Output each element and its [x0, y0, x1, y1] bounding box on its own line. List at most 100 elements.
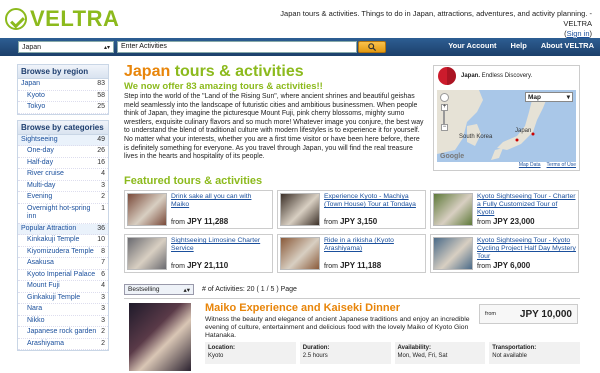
sidebar-item-label: Half-day	[27, 158, 54, 166]
sidebar-item-nikko[interactable]: Nikko 3	[18, 316, 108, 327]
sidebar-item-asakusa[interactable]: Asakusa 7	[18, 258, 108, 270]
featured-info: Drink sake all you can with Maiko from JP…	[171, 193, 270, 226]
sidebar-item-kyoto[interactable]: Kyoto 58	[18, 91, 108, 102]
terms-of-use-link[interactable]: Terms of Use	[547, 162, 576, 168]
featured-thumbnail[interactable]	[433, 193, 473, 226]
featured-title-link[interactable]: Kyoto Sightseeing Tour - Kyoto Cycling P…	[477, 237, 576, 261]
featured-price-amount: JPY 11,288	[186, 217, 229, 226]
sidebar-item-count: 3	[101, 181, 105, 189]
sidebar-item-evening[interactable]: Evening 2	[18, 192, 108, 204]
featured-thumbnail[interactable]	[280, 237, 320, 270]
featured-card[interactable]: Drink sake all you can with Maiko from JP…	[124, 190, 273, 229]
featured-card[interactable]: Kyoto Sightseeing Tour - Charter a Fully…	[430, 190, 579, 229]
veltra-logo[interactable]: VELTRA	[5, 6, 119, 32]
sidebar-item-one-day[interactable]: One-day 26	[18, 146, 108, 158]
category-box: Browse by categories Sightseeing 49 One-d…	[17, 119, 109, 351]
sidebar-item-count: 4	[101, 170, 105, 177]
sidebar-item-half-day[interactable]: Half-day 16	[18, 158, 108, 169]
sidebar-item-ginkakuji-temple[interactable]: Ginkakuji Temple 3	[18, 293, 108, 304]
sidebar-item-count: 25	[97, 103, 105, 110]
search-input[interactable]: Enter Activities	[117, 41, 357, 53]
featured-thumbnail[interactable]	[433, 237, 473, 270]
sidebar-item-tokyo[interactable]: Tokyo 25	[18, 102, 108, 114]
featured-card[interactable]: Experience Kyoto - Machiya (Town House) …	[277, 190, 426, 229]
search-button[interactable]	[358, 41, 386, 53]
featured-title-link[interactable]: Ride in a rikisha (Kyoto Arashiyama)	[324, 237, 423, 253]
sidebar-item-label: Evening	[27, 193, 53, 200]
featured-price-amount: JPY 6,000	[492, 261, 531, 270]
featured-card[interactable]: Ride in a rikisha (Kyoto Arashiyama) from…	[277, 234, 426, 273]
sidebar-item-kiyomizudera-temple[interactable]: Kiyomizudera Temple 8	[18, 247, 108, 258]
featured-title-link[interactable]: Drink sake all you can with Maiko	[171, 193, 270, 209]
japan-brand-banner: Japan. Endless Discovery.	[434, 66, 579, 86]
page-title-japan: Japan	[124, 63, 171, 80]
nav-about-veltra[interactable]: About VELTRA	[541, 41, 594, 50]
zoom-out-icon[interactable]: −	[441, 124, 448, 131]
sidebar-item-japanese-rock-garden[interactable]: Japanese rock garden 2	[18, 327, 108, 339]
sort-select[interactable]: Bestselling ▴▾	[124, 284, 194, 295]
featured-thumbnail[interactable]	[127, 237, 167, 270]
nav-help[interactable]: Help	[511, 41, 527, 50]
sidebar-item-multi-day[interactable]: Multi-day 3	[18, 181, 108, 192]
logo-text: VELTRA	[30, 6, 120, 31]
map-label-south-korea: South Korea	[459, 134, 493, 140]
search-icon	[368, 43, 376, 51]
zoom-slider[interactable]	[443, 111, 445, 124]
sidebar-item-count: 36	[97, 224, 105, 232]
map-zoom-control[interactable]: + −	[440, 93, 449, 133]
sidebar-item-mount-fuji[interactable]: Mount Fuji 4	[18, 281, 108, 293]
map-type-select[interactable]: Map ▾	[525, 92, 573, 102]
sidebar-item-overnight-hot-spring-inn[interactable]: Overnight hot-spring inn 1	[18, 204, 108, 224]
sidebar-item-count: 2	[101, 339, 105, 347]
featured-title-link[interactable]: Kyoto Sightseeing Tour - Charter a Fully…	[477, 193, 576, 217]
pan-control-icon[interactable]	[440, 93, 449, 102]
japan-sun-logo-icon	[438, 67, 456, 85]
page-subtitle: We now offer 83 amazing tours & activiti…	[124, 81, 323, 92]
category-heading: Browse by categories	[18, 120, 108, 135]
zoom-in-icon[interactable]: +	[441, 104, 448, 111]
featured-price: from JPY 23,000	[477, 217, 576, 226]
featured-price: from JPY 11,288	[171, 217, 270, 226]
sidebar-item-popular-attraction[interactable]: Popular Attraction 36	[18, 223, 108, 235]
sidebar-item-river-cruise[interactable]: River cruise 4	[18, 169, 108, 181]
region-select[interactable]: Japan ▴▾	[18, 41, 114, 53]
featured-card[interactable]: Sightseeing Limosine Charter Service from…	[124, 234, 273, 273]
nav-your-account[interactable]: Your Account	[448, 41, 496, 50]
sort-select-value: Bestselling	[128, 286, 160, 293]
featured-price-from: from	[477, 219, 493, 226]
sidebar-item-count: 3	[101, 316, 105, 324]
sidebar-item-label: Japan	[21, 80, 41, 87]
featured-thumbnail[interactable]	[280, 193, 320, 226]
map-footer: Map Data Terms of Use	[437, 162, 576, 168]
sidebar-item-nara[interactable]: Nara 3	[18, 304, 108, 316]
sidebar-item-count: 26	[97, 147, 105, 154]
activity-title-link[interactable]: Maiko Experience and Kaiseki Dinner	[205, 302, 400, 314]
map-type-value: Map	[528, 93, 541, 101]
map-data-link[interactable]: Map Data	[519, 162, 541, 168]
sidebar-item-count: 6	[101, 270, 105, 278]
sidebar-item-label: Nikko	[27, 316, 45, 324]
region-heading: Browse by region	[18, 65, 108, 79]
featured-title-link[interactable]: Experience Kyoto - Machiya (Town House) …	[324, 193, 423, 209]
featured-info: Kyoto Sightseeing Tour - Kyoto Cycling P…	[477, 237, 576, 270]
meta-value: Mon, Wed, Fri, Sat	[397, 353, 448, 359]
sidebar-item-count: 3	[101, 293, 105, 301]
featured-thumbnail[interactable]	[127, 193, 167, 226]
price-from-label: from	[485, 311, 496, 317]
tagline-text: Japan tours & activities. Things to do i…	[280, 9, 592, 28]
sidebar-item-japan[interactable]: Japan 83	[18, 79, 108, 91]
nav-links: Your Account Help About VELTRA	[448, 41, 594, 50]
featured-card[interactable]: Kyoto Sightseeing Tour - Kyoto Cycling P…	[430, 234, 579, 273]
sidebar-item-count: 2	[101, 193, 105, 200]
sidebar-item-arashiyama[interactable]: Arashiyama 2	[18, 339, 108, 350]
maiko-photo[interactable]	[129, 303, 191, 371]
sidebar-item-count: 49	[97, 135, 105, 143]
page-title: Japan tours & activities	[124, 63, 424, 80]
sign-in-link[interactable]: Sign in	[567, 29, 590, 38]
map-view[interactable]: Map ▾ + − South Korea Japan Google	[437, 90, 576, 162]
sidebar-item-kinkakuji-temple[interactable]: Kinkakuji Temple 10	[18, 235, 108, 247]
sidebar-item-kyoto-imperial-palace[interactable]: Kyoto Imperial Palace 6	[18, 270, 108, 281]
sidebar-item-sightseeing[interactable]: Sightseeing 49	[18, 134, 108, 146]
sidebar-item-count: 16	[97, 158, 105, 166]
featured-title-link[interactable]: Sightseeing Limosine Charter Service	[171, 237, 270, 253]
